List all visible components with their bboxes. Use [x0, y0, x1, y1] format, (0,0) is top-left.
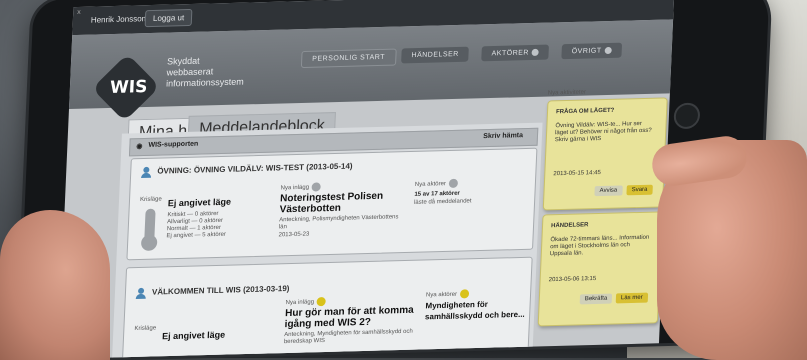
actors-text[interactable]: 15 av 17 aktörer [414, 191, 460, 199]
wis-logo-text: WIS [109, 77, 148, 98]
crisis-caption: Krisläge [139, 196, 162, 204]
section-title: WIS-supporten [148, 140, 199, 149]
notification-note[interactable]: HÄNDELSER Ökade 72-timmars läns... Infor… [537, 211, 663, 327]
news-title[interactable]: Noteringstest Polisen Västerbotten [279, 190, 400, 216]
notification-dot [531, 48, 540, 57]
legend-count: 0 aktörer [199, 217, 224, 225]
legend-count: 5 aktörer [202, 231, 227, 239]
status-legend: Kritiskt — 0 aktörer Allvarligt — 0 aktö… [166, 210, 227, 240]
tagline: Skyddat webbaserat informationssystem [166, 55, 245, 90]
news-meta: Anteckning, Myndigheten för samhällsskyd… [283, 328, 413, 346]
legend-count: 1 aktörer [197, 224, 222, 232]
count-badge [459, 289, 470, 299]
collapse-icon[interactable]: ◉ [136, 142, 142, 150]
news-meta: Anteckning, Polismyndigheten Västerbotte… [278, 214, 399, 231]
notification-note[interactable]: FRÅGA OM LÄGET? Övning Vildälv: WIS-te..… [542, 97, 668, 211]
note-date: 2013-05-15 14:45 [553, 170, 601, 178]
nav-personlig-start[interactable]: PERSONLIG START [300, 48, 397, 69]
dismiss-button[interactable]: Avvisa [594, 185, 623, 197]
news-label: Nya inlägg [280, 182, 322, 192]
news-label-text: Nya inlägg [285, 299, 315, 307]
legend-label: Normalt [166, 225, 188, 233]
note-body: Övning Vildälv: WIS-te... Hur ser läget … [554, 121, 652, 144]
nav-label: HÄNDELSER [411, 50, 459, 60]
event-title[interactable]: ÖVNING: ÖVNING VILDÄLV: WIS-TEST (2013-0… [157, 162, 353, 176]
crisis-caption: Krisläge [134, 325, 157, 332]
nav-label: AKTÖRER [491, 49, 530, 58]
count-badge [311, 182, 322, 192]
actors-sub: läste då meddelandet [413, 198, 472, 206]
news-date: 2013-05-23 [278, 231, 310, 239]
event-card[interactable]: VÄLKOMMEN TILL WIS (2013-03-19) Krisläge… [121, 256, 533, 359]
logout-button[interactable]: Logga ut [144, 8, 193, 28]
note-title: HÄNDELSER [550, 222, 589, 230]
tablet-screen: x Henrik Jonsson Logga ut WIS Skyddat we… [58, 0, 675, 359]
news-label-text: Nya inlägg [280, 184, 310, 192]
sidebar-title: Nya aktiviteter [547, 89, 587, 97]
left-hand [0, 210, 110, 360]
note-date: 2013-05-06 13:15 [548, 275, 597, 284]
close-icon[interactable]: x [77, 9, 81, 16]
legend-count: 0 aktörer [194, 210, 219, 218]
note-body: Ökade 72-timmars läns... Information om … [549, 234, 650, 258]
read-more-button[interactable]: Läs mer [615, 292, 648, 304]
nav-aktorer[interactable]: AKTÖRER [481, 44, 550, 62]
actors-label: Nya aktörer [425, 289, 470, 299]
nav-label: ÖVRIGT [571, 47, 602, 56]
news-label: Nya inlägg [285, 297, 327, 307]
nav-label: PERSONLIG START [312, 53, 386, 63]
status-label: Ej angivet läge [167, 196, 232, 209]
count-badge [448, 178, 459, 188]
user-name: Henrik Jonsson [90, 14, 147, 25]
actors-label-text: Nya aktörer [425, 291, 458, 299]
reply-button[interactable]: Svara [626, 184, 653, 196]
count-badge [316, 297, 327, 307]
notification-dot [604, 46, 612, 55]
home-button[interactable] [673, 102, 701, 130]
section-action[interactable]: Skriv hämta [483, 132, 523, 140]
group-icon [141, 167, 151, 177]
status-label: Ej angivet läge [161, 329, 226, 342]
group-icon [136, 288, 146, 298]
note-title: FRÅGA OM LÄGET? [555, 107, 615, 116]
news-title[interactable]: Hur gör man för att komma igång med WIS … [284, 305, 415, 330]
legend-label: Ej angivet [166, 232, 193, 240]
tagline-line: informationssystem [165, 76, 245, 89]
actors-label: Nya aktörer [414, 178, 459, 189]
event-title[interactable]: VÄLKOMMEN TILL WIS (2013-03-19) [152, 284, 290, 297]
nav-handelser[interactable]: HÄNDELSER [401, 46, 470, 64]
legend-label: Kritiskt [167, 211, 186, 219]
confirm-button[interactable]: Bekräfta [579, 293, 613, 305]
thermometer-icon [144, 208, 156, 245]
event-card[interactable]: ÖVNING: ÖVNING VILDÄLV: WIS-TEST (2013-0… [126, 147, 538, 261]
actors-label-text: Nya aktörer [414, 181, 446, 188]
actors-text[interactable]: Myndigheten för samhällsskydd och bere..… [425, 298, 526, 323]
nav-ovrigt[interactable]: ÖVRIGT [561, 42, 622, 60]
legend-label: Allvarligt [166, 218, 190, 226]
